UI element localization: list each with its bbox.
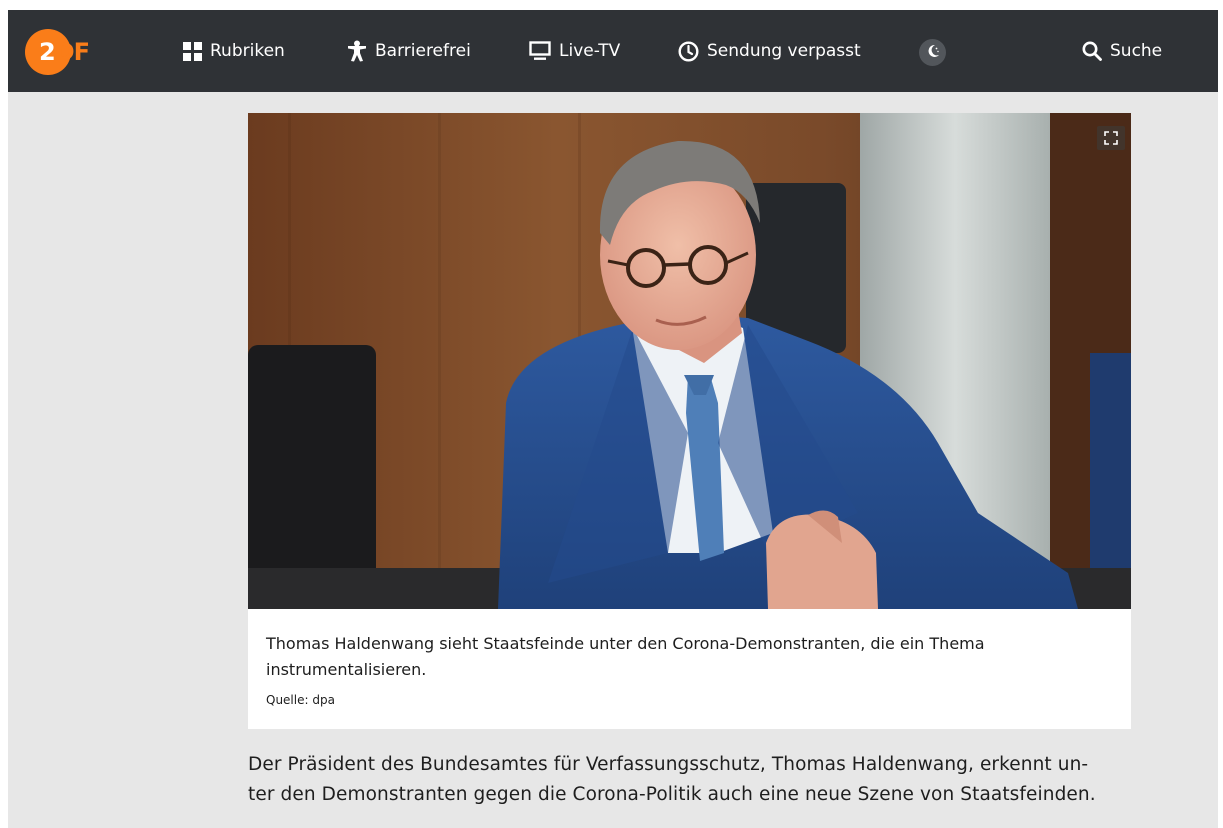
- grid-icon: [183, 41, 202, 61]
- image-caption: Thomas Haldenwang sieht Staatsfeinde unt…: [266, 634, 985, 679]
- nav-live-tv-label: Live-TV: [559, 41, 621, 61]
- page-frame: 2DF Rubriken Barrierefrei Live-TV Sendun…: [8, 10, 1218, 828]
- top-navigation-bar: 2DF Rubriken Barrierefrei Live-TV Sendun…: [8, 10, 1218, 92]
- nav-suche-label: Suche: [1110, 41, 1163, 61]
- fullscreen-button[interactable]: [1097, 126, 1125, 150]
- nav-barrierefrei[interactable]: Barrierefrei: [347, 36, 471, 66]
- photo-illustration: [248, 113, 1131, 609]
- fullscreen-icon: [1104, 131, 1118, 145]
- nav-suche[interactable]: Suche: [1082, 36, 1162, 66]
- nav-sendung-verpasst[interactable]: Sendung verpasst: [678, 36, 861, 66]
- accessibility-icon: [347, 40, 367, 62]
- dark-mode-toggle[interactable]: [919, 39, 946, 66]
- article-lead: Der Präsident des Bundesamtes für Verfas…: [248, 750, 1138, 810]
- logo-text-primary: 2: [39, 38, 56, 66]
- clock-icon: [678, 40, 699, 62]
- lead-line-1: Der Präsident des Bundesamtes für Verfas…: [248, 754, 1089, 775]
- monitor-icon: [529, 41, 551, 61]
- zdf-logo[interactable]: 2DF: [25, 29, 107, 75]
- nav-rubriken[interactable]: Rubriken: [183, 36, 285, 66]
- nav-sendung-verpasst-label: Sendung verpasst: [707, 41, 861, 61]
- nav-live-tv[interactable]: Live-TV: [529, 36, 620, 66]
- nav-barrierefrei-label: Barrierefrei: [375, 41, 471, 61]
- search-icon: [1082, 41, 1102, 61]
- logo-text-secondary: DF: [54, 38, 90, 66]
- nav-rubriken-label: Rubriken: [210, 41, 285, 61]
- image-source: Quelle: dpa: [266, 693, 335, 707]
- logo-text: 2DF: [39, 38, 90, 66]
- lead-line-2: ter den Demonstranten gegen die Corona-P…: [248, 784, 1096, 805]
- article-figure: Thomas Haldenwang sieht Staatsfeinde unt…: [248, 113, 1131, 729]
- article-photo[interactable]: [248, 113, 1131, 609]
- moon-icon: [926, 43, 940, 62]
